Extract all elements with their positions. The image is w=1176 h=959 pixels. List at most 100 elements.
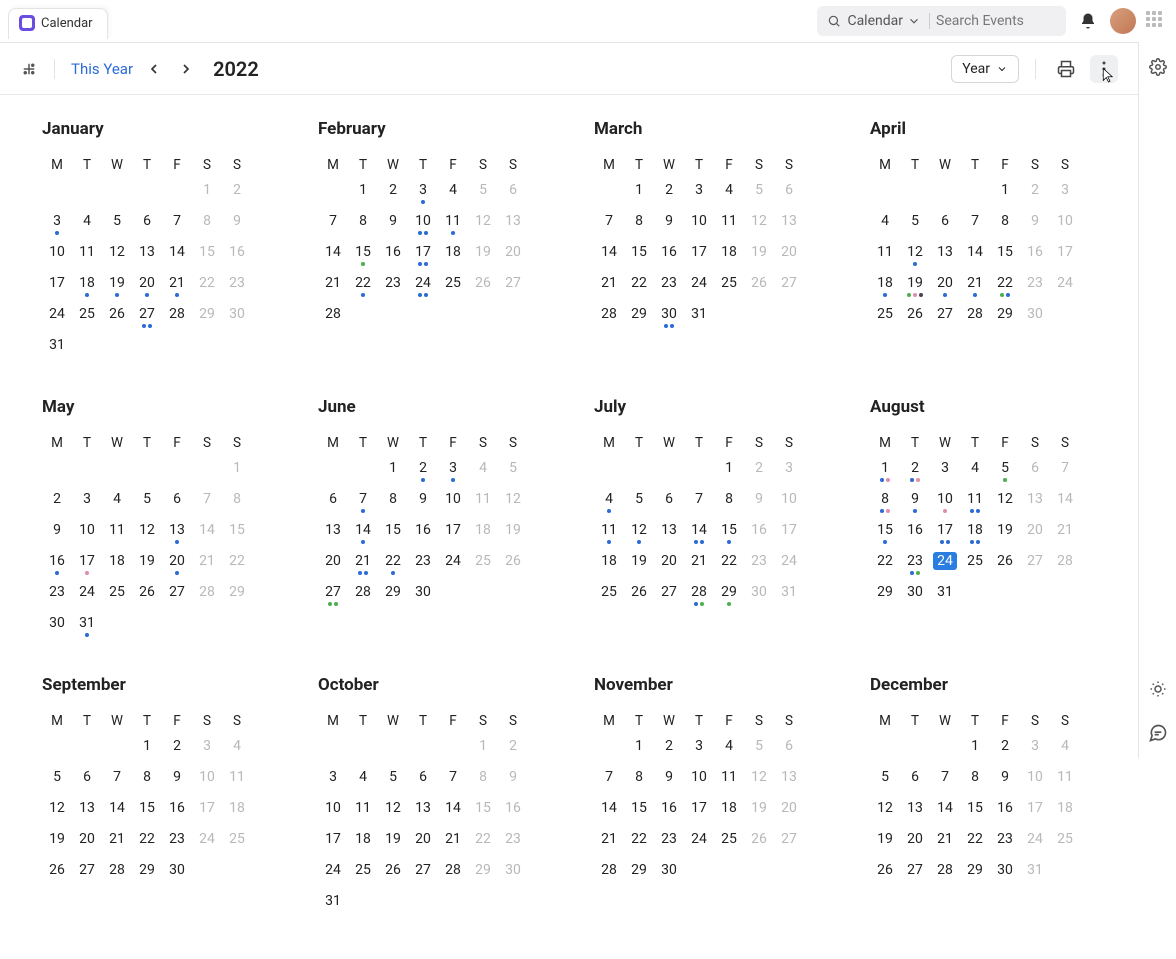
day-cell[interactable]: 9 [378, 212, 408, 239]
day-cell[interactable]: 9 [900, 490, 930, 517]
day-cell[interactable]: 24 [774, 552, 804, 579]
day-cell[interactable]: 8 [960, 768, 990, 795]
day-cell[interactable]: 26 [42, 861, 72, 888]
day-cell[interactable]: 18 [102, 552, 132, 579]
day-cell[interactable]: 31 [930, 583, 960, 610]
day-cell[interactable]: 27 [132, 305, 162, 332]
day-cell[interactable]: 16 [744, 521, 774, 548]
day-cell[interactable]: 7 [594, 768, 624, 795]
more-options-button[interactable] [1090, 55, 1118, 83]
day-cell[interactable]: 1 [714, 459, 744, 486]
day-cell[interactable]: 11 [714, 768, 744, 795]
day-cell[interactable]: 13 [72, 799, 102, 826]
day-cell[interactable]: 27 [318, 583, 348, 610]
day-cell[interactable]: 25 [102, 583, 132, 610]
day-cell[interactable]: 28 [192, 583, 222, 610]
day-cell[interactable]: 27 [72, 861, 102, 888]
day-cell[interactable]: 1 [132, 737, 162, 764]
day-cell[interactable]: 10 [42, 243, 72, 270]
day-cell[interactable]: 17 [1020, 799, 1050, 826]
day-cell[interactable]: 31 [318, 892, 348, 919]
day-cell[interactable]: 31 [72, 614, 102, 641]
day-cell[interactable]: 17 [318, 830, 348, 857]
notifications-button[interactable] [1076, 9, 1100, 33]
day-cell[interactable]: 19 [102, 274, 132, 301]
day-cell[interactable]: 5 [900, 212, 930, 239]
day-cell[interactable]: 24 [684, 274, 714, 301]
day-cell[interactable]: 10 [192, 768, 222, 795]
day-cell[interactable]: 25 [1050, 830, 1080, 857]
day-cell[interactable]: 19 [498, 521, 528, 548]
day-cell[interactable]: 12 [132, 521, 162, 548]
day-cell[interactable]: 3 [318, 768, 348, 795]
day-cell[interactable]: 29 [624, 861, 654, 888]
day-cell[interactable]: 5 [990, 459, 1020, 486]
day-cell[interactable]: 26 [870, 861, 900, 888]
day-cell[interactable]: 6 [408, 768, 438, 795]
day-cell[interactable]: 20 [930, 274, 960, 301]
day-cell[interactable]: 4 [714, 181, 744, 208]
day-cell[interactable]: 22 [624, 830, 654, 857]
day-cell[interactable]: 28 [162, 305, 192, 332]
app-tab-calendar[interactable]: Calendar [8, 8, 108, 39]
day-cell[interactable]: 5 [468, 181, 498, 208]
day-cell[interactable]: 21 [192, 552, 222, 579]
day-cell[interactable]: 8 [348, 212, 378, 239]
day-cell[interactable]: 27 [654, 583, 684, 610]
day-cell[interactable]: 16 [654, 799, 684, 826]
day-cell[interactable]: 25 [714, 830, 744, 857]
day-cell[interactable]: 5 [42, 768, 72, 795]
day-cell[interactable]: 20 [318, 552, 348, 579]
day-cell[interactable]: 21 [318, 274, 348, 301]
day-cell[interactable]: 28 [348, 583, 378, 610]
day-cell[interactable]: 22 [624, 274, 654, 301]
day-cell[interactable]: 27 [900, 861, 930, 888]
day-cell[interactable]: 3 [930, 459, 960, 486]
day-cell[interactable]: 27 [930, 305, 960, 332]
day-cell[interactable]: 18 [348, 830, 378, 857]
day-cell[interactable]: 5 [132, 490, 162, 517]
day-cell[interactable]: 26 [498, 552, 528, 579]
day-cell[interactable]: 7 [1050, 459, 1080, 486]
day-cell[interactable]: 13 [654, 521, 684, 548]
day-cell[interactable]: 6 [1020, 459, 1050, 486]
day-cell[interactable]: 6 [318, 490, 348, 517]
day-cell[interactable]: 8 [192, 212, 222, 239]
day-cell[interactable]: 25 [468, 552, 498, 579]
day-cell[interactable]: 9 [162, 768, 192, 795]
day-cell[interactable]: 13 [1020, 490, 1050, 517]
settings-button[interactable] [1145, 54, 1171, 80]
day-cell[interactable]: 2 [654, 181, 684, 208]
day-cell[interactable]: 8 [132, 768, 162, 795]
day-cell[interactable]: 19 [870, 830, 900, 857]
day-cell[interactable]: 17 [930, 521, 960, 548]
day-cell[interactable]: 16 [900, 521, 930, 548]
day-cell[interactable]: 9 [222, 212, 252, 239]
day-cell[interactable]: 7 [318, 212, 348, 239]
day-cell[interactable]: 7 [438, 768, 468, 795]
day-cell[interactable]: 4 [438, 181, 468, 208]
day-cell[interactable]: 13 [930, 243, 960, 270]
day-cell[interactable]: 25 [222, 830, 252, 857]
day-cell[interactable]: 25 [438, 274, 468, 301]
day-cell[interactable]: 10 [684, 768, 714, 795]
apps-launcher[interactable] [1146, 11, 1166, 31]
day-cell[interactable]: 28 [684, 583, 714, 610]
day-cell[interactable]: 1 [960, 737, 990, 764]
search-input[interactable]: Search Events [936, 13, 1056, 29]
day-cell[interactable]: 23 [42, 583, 72, 610]
day-cell[interactable]: 1 [624, 181, 654, 208]
avatar[interactable] [1110, 8, 1136, 34]
day-cell[interactable]: 29 [624, 305, 654, 332]
day-cell[interactable]: 2 [222, 181, 252, 208]
day-cell[interactable]: 31 [42, 336, 72, 363]
day-cell[interactable]: 6 [774, 181, 804, 208]
day-cell[interactable]: 22 [192, 274, 222, 301]
day-cell[interactable]: 26 [378, 861, 408, 888]
day-cell[interactable]: 19 [990, 521, 1020, 548]
day-cell[interactable]: 5 [870, 768, 900, 795]
day-cell[interactable]: 15 [870, 521, 900, 548]
next-year-button[interactable] [175, 58, 197, 80]
day-cell[interactable]: 25 [870, 305, 900, 332]
day-cell[interactable]: 24 [930, 552, 960, 579]
